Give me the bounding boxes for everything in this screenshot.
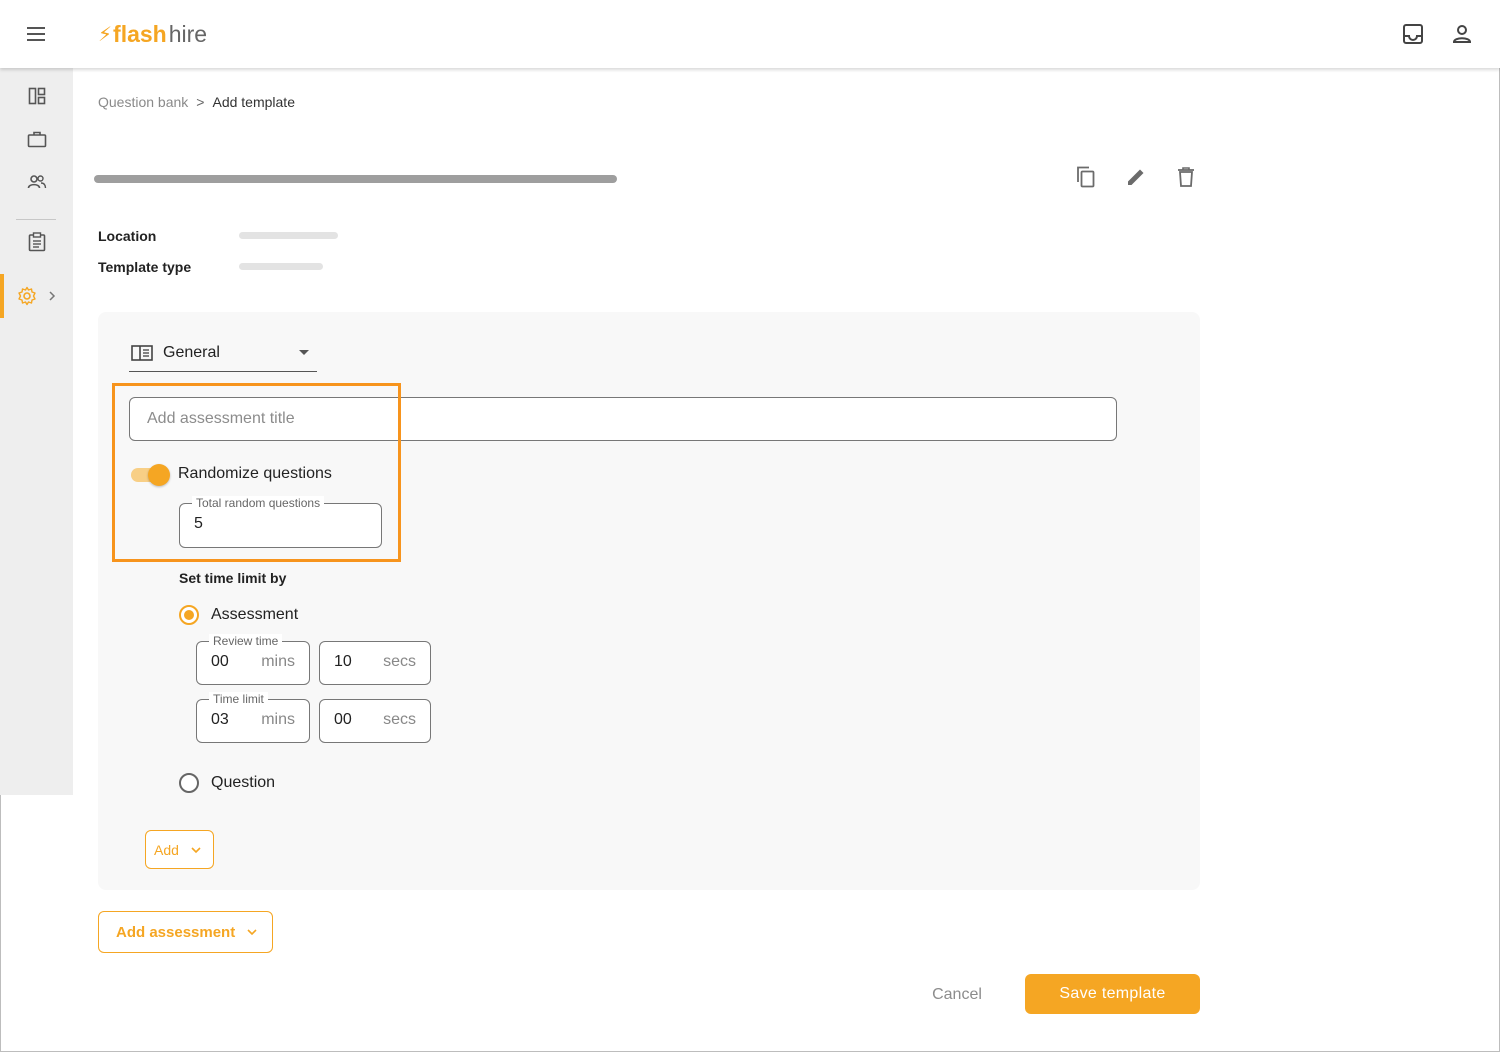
edit-pencil-icon[interactable] xyxy=(1121,162,1151,192)
settings-gear-icon xyxy=(17,286,36,306)
app-logo[interactable]: ⚡ flash hire xyxy=(98,18,207,50)
logo-hire-text: hire xyxy=(168,20,208,47)
dashboard-icon xyxy=(28,87,45,105)
time-limit-secs-field[interactable]: 00 secs xyxy=(319,699,431,743)
total-random-questions-label: Total random questions xyxy=(192,496,325,510)
assessment-radio-label: Assessment xyxy=(211,606,299,623)
review-time-secs-unit: secs xyxy=(383,653,416,670)
review-time-secs-value: 10 xyxy=(334,653,352,670)
bolt-icon: ⚡ xyxy=(98,23,113,46)
sidebar-item-people[interactable] xyxy=(0,162,73,202)
assessment-title-input[interactable] xyxy=(129,397,1117,441)
template-title-placeholder xyxy=(94,175,617,183)
sidebar-item-jobs[interactable] xyxy=(0,119,73,159)
randomize-questions-label: Randomize questions xyxy=(178,465,332,482)
sidebar-item-dashboard[interactable] xyxy=(0,76,73,116)
time-limit-mins-value: 03 xyxy=(211,711,229,728)
template-type-label: Template type xyxy=(98,259,192,275)
sidebar xyxy=(0,68,73,795)
briefcase-icon xyxy=(27,131,46,148)
chevron-down-icon xyxy=(247,929,257,936)
set-time-limit-label: Set time limit by xyxy=(179,570,287,586)
save-template-button[interactable]: Save template xyxy=(1025,974,1200,1014)
randomize-questions-toggle[interactable] xyxy=(131,464,170,486)
sidebar-item-settings[interactable] xyxy=(0,276,73,316)
time-limit-secs-unit: secs xyxy=(383,711,416,728)
template-type-value-placeholder xyxy=(239,263,323,270)
hamburger-menu-icon[interactable] xyxy=(22,22,50,46)
review-time-mins-field[interactable]: Review time 00 mins xyxy=(196,634,310,685)
book-icon xyxy=(131,344,153,361)
total-random-questions-value: 5 xyxy=(194,515,203,532)
sidebar-item-assessments[interactable] xyxy=(0,222,73,262)
total-random-questions-field[interactable]: Total random questions 5 xyxy=(179,496,382,548)
sidebar-divider xyxy=(16,219,56,220)
dropdown-caret-icon xyxy=(299,350,309,355)
people-icon xyxy=(27,175,46,189)
chevron-right-icon xyxy=(48,291,55,301)
time-limit-secs-value: 00 xyxy=(334,711,352,728)
breadcrumb-question-bank[interactable]: Question bank xyxy=(98,94,188,110)
logo-flash-text: flash xyxy=(113,20,167,47)
time-limit-mins-field[interactable]: Time limit 03 mins xyxy=(196,692,310,743)
review-time-mins-value: 00 xyxy=(211,653,229,670)
breadcrumb-current: Add template xyxy=(212,94,295,110)
cancel-button[interactable]: Cancel xyxy=(915,976,999,1014)
copy-icon[interactable] xyxy=(1071,162,1101,192)
section-select-value: General xyxy=(163,343,220,361)
question-radio[interactable] xyxy=(179,773,199,793)
time-limit-label: Time limit xyxy=(209,692,268,706)
assessment-radio[interactable] xyxy=(179,605,199,625)
add-button-label: Add xyxy=(154,841,179,858)
time-limit-mins-unit: mins xyxy=(261,711,295,728)
chevron-down-icon xyxy=(191,846,201,853)
delete-trash-icon[interactable] xyxy=(1171,162,1201,192)
review-time-label: Review time xyxy=(209,634,283,648)
clipboard-icon xyxy=(28,232,45,252)
top-app-bar: ⚡ flash hire xyxy=(0,0,1500,68)
question-radio-label: Question xyxy=(211,774,276,791)
add-assessment-button[interactable]: Add assessment xyxy=(98,911,273,953)
section-select[interactable]: General xyxy=(129,334,317,372)
review-time-mins-unit: mins xyxy=(261,653,295,670)
location-value-placeholder xyxy=(239,232,338,239)
breadcrumb: Question bank > Add template xyxy=(98,94,295,110)
inbox-icon[interactable] xyxy=(1399,20,1427,48)
location-label: Location xyxy=(98,228,157,244)
user-account-icon[interactable] xyxy=(1448,20,1476,48)
toggle-thumb xyxy=(148,464,170,486)
add-assessment-label: Add assessment xyxy=(116,923,236,941)
breadcrumb-separator: > xyxy=(196,94,205,110)
review-time-secs-field[interactable]: 10 secs xyxy=(319,641,431,685)
add-button[interactable]: Add xyxy=(145,830,214,869)
